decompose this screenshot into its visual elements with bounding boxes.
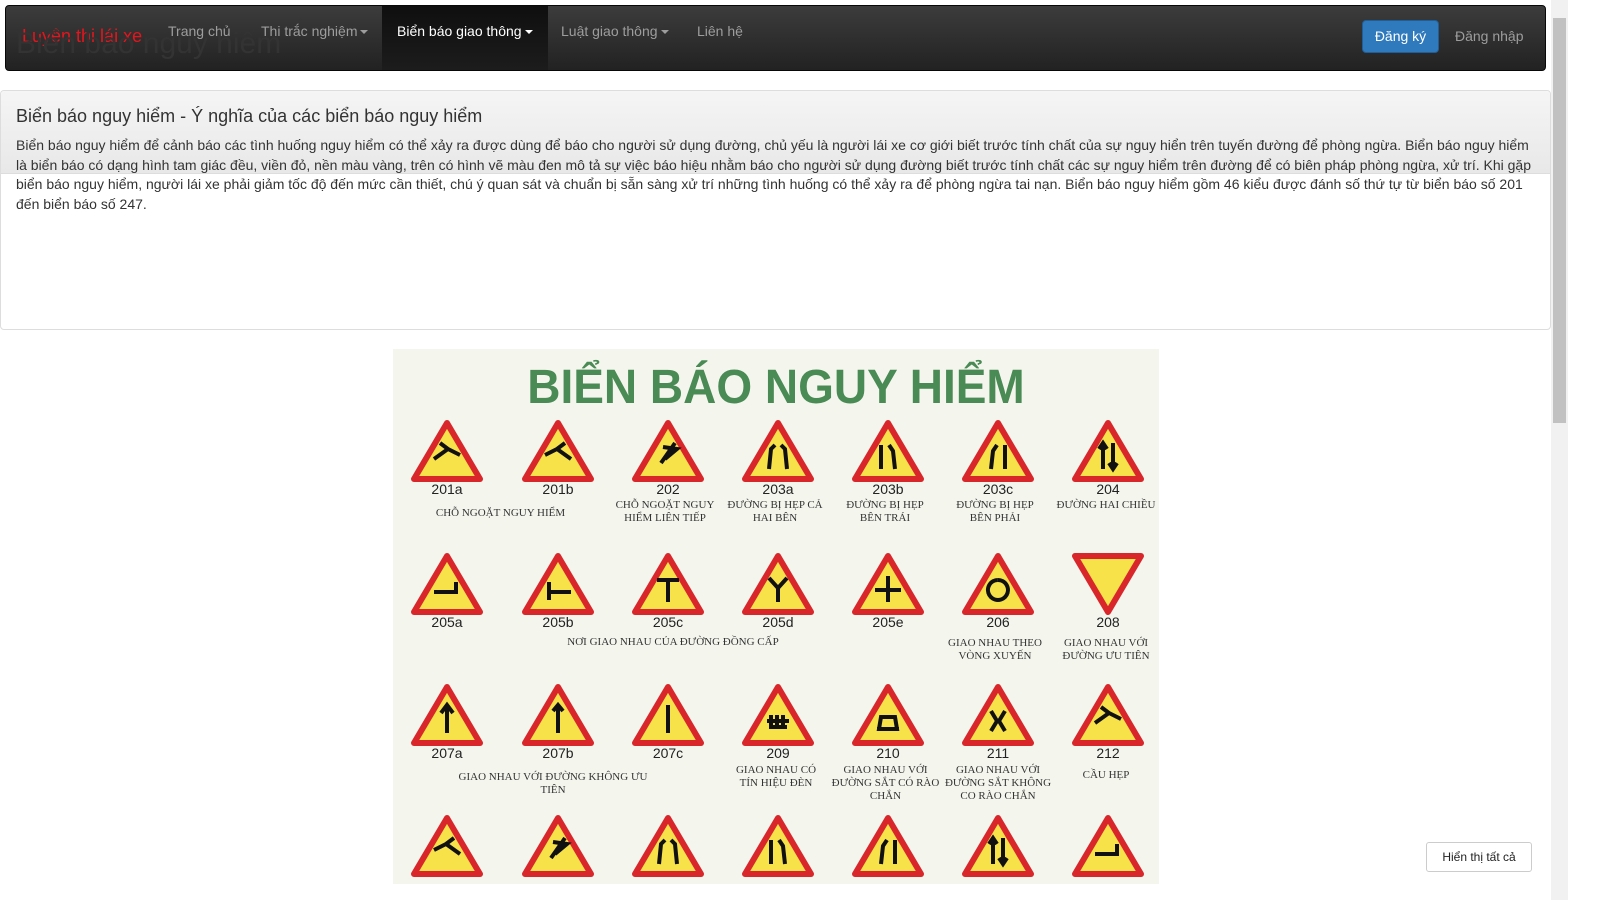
sign-code: 211	[986, 745, 1010, 761]
warning-sign-icon	[852, 553, 924, 615]
warning-sign-icon	[522, 553, 594, 615]
warning-sign-icon	[852, 684, 924, 746]
sign-code: 207c	[652, 745, 684, 761]
sign-caption: CHỖ NGOẶT NGUY HIỂM LIÊN TIẾP	[615, 499, 715, 524]
sign-code: 205b	[542, 614, 574, 630]
warning-sign-icon	[411, 815, 483, 877]
warning-sign-icon	[852, 420, 924, 482]
warning-sign-icon	[632, 420, 704, 482]
sign-code: 208	[1096, 614, 1120, 630]
sign-caption: NƠI GIAO NHAU CỦA ĐƯỜNG ĐỒNG CẤP	[567, 636, 779, 648]
nav-item-label: Luật giao thông	[561, 23, 658, 39]
poster-title: BIỂN BÁO NGUY HIỂM	[527, 358, 1025, 414]
sign-code: 202	[656, 481, 680, 497]
caret-down-icon	[524, 30, 533, 35]
sign-code: 203a	[762, 481, 794, 497]
login-link[interactable]: Đăng nhập	[1440, 6, 1539, 70]
warning-sign-icon	[742, 553, 814, 615]
warning-sign-icon	[742, 420, 814, 482]
sign-code: 205d	[762, 614, 794, 630]
danger-signs-poster: BIỂN BÁO NGUY HIỂM 201a 201b 202 203a 203b 20…	[393, 349, 1159, 884]
sign-code: 207b	[542, 745, 574, 761]
nav-item-label: Liên hệ	[697, 23, 743, 39]
section-subtitle: Biển báo nguy hiểm - Ý nghĩa của các biể…	[16, 106, 483, 126]
warning-sign-icon	[1072, 420, 1144, 482]
sign-caption: ĐƯỜNG HAI CHIỀU	[1056, 499, 1156, 511]
sign-caption: GIAO NHAU VỚI ĐƯỜNG SẮT KHÔNG Co RÀO CHẮ…	[944, 764, 1052, 802]
warning-sign-icon	[411, 553, 483, 615]
register-button[interactable]: Đăng ký	[1362, 20, 1439, 53]
warning-sign-icon	[522, 420, 594, 482]
warning-sign-icon	[962, 420, 1034, 482]
caret-down-icon	[660, 30, 669, 35]
sign-code: 203b	[872, 481, 904, 497]
sign-code: 203c	[982, 481, 1014, 497]
sign-code: 201a	[431, 481, 463, 497]
warning-sign-icon	[632, 684, 704, 746]
warning-sign-icon	[962, 684, 1034, 746]
sign-caption: CẦU HẸP	[1082, 769, 1130, 781]
sign-code: 205c	[652, 614, 684, 630]
sign-code: 205a	[431, 614, 463, 630]
sign-code: 209	[766, 745, 790, 761]
sign-code: 210	[876, 745, 900, 761]
warning-sign-icon	[632, 553, 704, 615]
description-text: Biển báo nguy hiểm để cảnh báo các tình …	[16, 137, 1531, 212]
sign-caption: ĐƯỜNG BỊ HẸP BÊN TRÁI	[846, 499, 924, 524]
warning-sign-icon	[522, 684, 594, 746]
sign-caption: CHỖ NGOẶT NGUY HIỂM	[435, 507, 566, 519]
sign-caption: ĐƯỜNG BỊ HẸP CẢ HAI BÊN	[727, 499, 823, 524]
page-title: Biển báo nguy hiểm	[16, 27, 282, 60]
sign-caption: GIAO NHAU VỚI ĐƯỜNG KHÔNG ƯU TIÊN	[458, 771, 648, 796]
scrollbar-thumb[interactable]	[1553, 18, 1566, 423]
nav-item-traffic-law[interactable]: Luật giao thông	[546, 6, 684, 70]
warning-sign-icon	[411, 684, 483, 746]
sign-caption: GIAO NHAU THEO VÒNG XUYẾN	[948, 637, 1042, 662]
sign-caption: ĐƯỜNG BỊ HẸP BÊN PHẢI	[956, 499, 1034, 524]
warning-sign-icon	[1072, 815, 1144, 877]
sign-caption: GIAO NHAU VỚI ĐƯỜNG ƯU TIÊN	[1062, 637, 1150, 662]
show-all-button[interactable]: Hiển thị tất cả	[1426, 842, 1532, 872]
sign-code: 205e	[872, 614, 904, 630]
sign-code: 201b	[542, 481, 574, 497]
warning-sign-icon	[852, 815, 924, 877]
warning-sign-icon	[522, 815, 594, 877]
warning-sign-icon	[742, 684, 814, 746]
sign-code: 206	[986, 614, 1010, 630]
nav-item-contact[interactable]: Liên hệ	[682, 6, 758, 70]
sign-code: 207a	[431, 745, 463, 761]
warning-sign-icon	[1072, 684, 1144, 746]
caret-down-icon	[360, 30, 369, 35]
warning-sign-icon	[742, 815, 814, 877]
sign-code: 204	[1096, 481, 1120, 497]
sign-caption: GIAO NHAU CÓ TÍN HIỆU ĐÈN	[735, 764, 817, 789]
warning-sign-icon	[962, 815, 1034, 877]
nav-item-traffic-signs[interactable]: Biển báo giao thông	[382, 6, 548, 70]
warning-sign-icon	[1072, 553, 1144, 615]
sign-caption: GIAO NHAU VỚI ĐƯỜNG SẮT CÓ RÀO CHẮN	[831, 764, 940, 802]
sign-code: 212	[1096, 745, 1120, 761]
warning-sign-icon	[411, 420, 483, 482]
nav-item-label: Biển báo giao thông	[397, 23, 522, 39]
warning-sign-icon	[632, 815, 704, 877]
warning-sign-icon	[962, 553, 1034, 615]
